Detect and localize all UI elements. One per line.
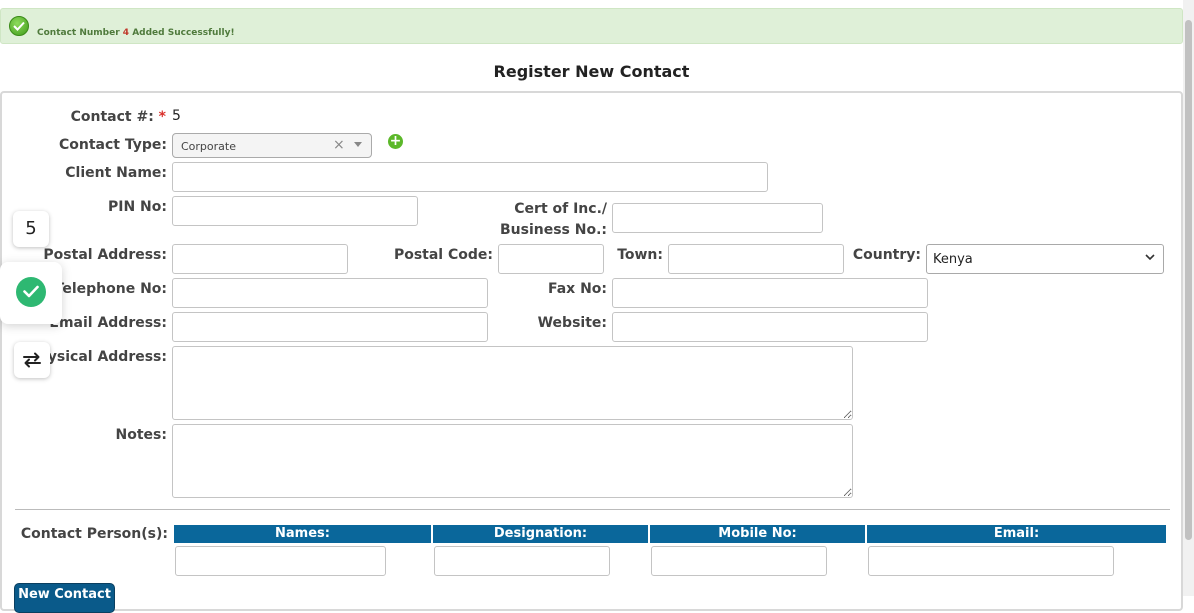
cert-label-line1: Cert of Inc./ <box>514 201 607 217</box>
client-name-input[interactable] <box>172 162 768 192</box>
notes-textarea[interactable] <box>172 424 853 498</box>
cert-label-line2: Business No.: <box>499 222 607 238</box>
contact-person-designation-input[interactable] <box>434 546 610 576</box>
contact-type-selected: Corporate <box>181 140 236 153</box>
section-divider <box>15 509 1170 510</box>
column-header-names: Names: <box>174 525 431 543</box>
contact-persons-label: Contact Person(s): <box>20 526 168 542</box>
page-scrollbar[interactable] <box>1183 0 1194 596</box>
email-input[interactable] <box>172 312 488 342</box>
page-title: Register New Contact <box>493 62 690 81</box>
website-input[interactable] <box>612 312 928 342</box>
scrollbar-thumb[interactable] <box>1185 20 1192 540</box>
contact-number-label: Contact #: * <box>40 109 166 125</box>
contact-person-email-input[interactable] <box>868 546 1114 576</box>
contact-person-mobile-input[interactable] <box>651 546 827 576</box>
postal-code-input[interactable] <box>498 244 604 274</box>
notes-label: Notes: <box>115 427 167 443</box>
success-message-suffix: Added Successfully! <box>132 28 235 38</box>
dropdown-arrow-icon[interactable] <box>354 142 362 147</box>
widget-count-badge[interactable]: 5 <box>13 211 49 247</box>
swap-arrows-icon <box>23 352 41 368</box>
country-selected: Kenya <box>933 252 973 267</box>
widget-check-icon[interactable] <box>16 277 46 307</box>
postal-address-input[interactable] <box>172 244 348 274</box>
town-input[interactable] <box>668 244 844 274</box>
contact-type-select[interactable]: Corporate × <box>172 133 372 158</box>
contact-person-name-input[interactable] <box>175 546 386 576</box>
cert-input[interactable] <box>612 203 823 233</box>
chevron-down-icon <box>1145 254 1155 261</box>
town-label: Town: <box>617 247 663 263</box>
postal-code-label: Postal Code: <box>393 247 493 263</box>
client-name-label: Client Name: <box>65 165 167 181</box>
telephone-input[interactable] <box>172 278 488 308</box>
column-header-mobile: Mobile No: <box>650 525 865 543</box>
pin-input[interactable] <box>172 196 418 226</box>
success-message-number: 4 <box>122 28 130 38</box>
success-check-icon <box>9 16 29 36</box>
contact-number-value: 5 <box>172 108 181 124</box>
column-header-designation: Designation: <box>433 525 648 543</box>
country-label: Country: <box>852 247 921 263</box>
physical-address-textarea[interactable] <box>172 346 853 420</box>
country-select[interactable]: Kenya <box>926 244 1164 274</box>
fax-input[interactable] <box>612 278 928 308</box>
clear-selection-icon[interactable]: × <box>333 137 345 153</box>
success-alert: Contact Number 4 Added Successfully! <box>0 8 1183 44</box>
postal-address-label: Postal Address: <box>43 247 167 263</box>
success-message-prefix: Contact Number <box>37 28 120 38</box>
widget-swap-button[interactable] <box>14 342 50 378</box>
cert-label: Cert of Inc./ Business No.: <box>460 199 607 241</box>
website-label: Website: <box>537 315 607 331</box>
required-mark: * <box>158 109 166 125</box>
new-contact-button[interactable]: New Contact <box>14 583 115 613</box>
success-message: Contact Number 4 Added Successfully! <box>37 28 235 38</box>
contact-number-label-text: Contact #: <box>70 109 154 125</box>
fax-label: Fax No: <box>547 281 607 297</box>
add-contact-type-icon[interactable]: + <box>388 134 403 149</box>
column-header-email: Email: <box>867 525 1166 543</box>
contact-type-label: Contact Type: <box>59 137 167 153</box>
